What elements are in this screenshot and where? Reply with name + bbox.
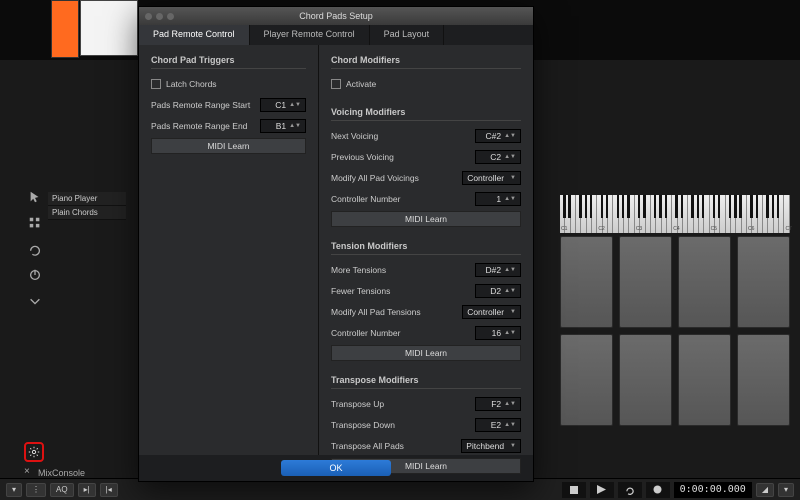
document-thumb (80, 0, 138, 56)
range-end-label: Pads Remote Range End (151, 121, 247, 131)
fewer-tensions-label: Fewer Tensions (331, 286, 390, 296)
fewer-tensions-value[interactable]: D2▲▼ (475, 284, 521, 298)
window-controls[interactable] (145, 13, 174, 20)
dialog-tabs: Pad Remote Control Player Remote Control… (139, 25, 533, 45)
transpose-up-label: Transpose Up (331, 399, 384, 409)
list-item[interactable]: Plain Chords (48, 206, 126, 220)
stop-button[interactable] (562, 482, 586, 498)
next-voicing-value[interactable]: C#2▲▼ (475, 129, 521, 143)
grid-icon[interactable] (28, 216, 42, 230)
loop-button[interactable] (618, 482, 642, 498)
transpose-down-label: Transpose Down (331, 420, 395, 430)
transpose-up-value[interactable]: F2▲▼ (475, 397, 521, 411)
power-icon[interactable] (28, 268, 42, 282)
piano-keyboard[interactable]: C1 C2 C3 C4 C5 C6 C7 (560, 195, 790, 233)
transpose-down-value[interactable]: E2▲▼ (475, 418, 521, 432)
chevron-down-icon[interactable] (28, 294, 42, 308)
range-end-value[interactable]: B1▲▼ (260, 119, 306, 133)
chord-pad[interactable] (560, 334, 613, 426)
activate-label: Activate (346, 79, 376, 89)
play-button[interactable] (590, 482, 614, 498)
punch-out-icon[interactable]: |◂ (100, 483, 118, 497)
voicing-controller-num-value[interactable]: 1▲▼ (475, 192, 521, 206)
range-start-label: Pads Remote Range Start (151, 100, 250, 110)
activate-checkbox[interactable]: Activate (331, 79, 376, 90)
group-header: Tension Modifiers (331, 241, 521, 255)
record-button[interactable] (646, 482, 670, 498)
chord-pad[interactable] (560, 236, 613, 328)
midi-learn-button[interactable]: MIDI Learn (151, 138, 306, 154)
punch-in-icon[interactable]: ▸| (78, 483, 96, 497)
settings-button-highlight[interactable] (24, 442, 44, 462)
next-voicing-label: Next Voicing (331, 131, 378, 141)
previous-voicing-label: Previous Voicing (331, 152, 394, 162)
transpose-all-label: Transpose All Pads (331, 441, 404, 451)
previous-voicing-value[interactable]: C2▲▼ (475, 150, 521, 164)
modify-all-voicings-dropdown[interactable]: Controller (462, 171, 521, 185)
timecode-display[interactable]: 0:00:00.000 (674, 482, 752, 498)
group-header: Transpose Modifiers (331, 375, 521, 389)
chord-pad[interactable] (619, 334, 672, 426)
modify-all-tensions-dropdown[interactable]: Controller (462, 305, 521, 319)
tab-pad-layout[interactable]: Pad Layout (370, 25, 445, 45)
latch-chords-checkbox[interactable]: Latch Chords (151, 79, 217, 90)
gear-icon (28, 446, 40, 458)
latch-label: Latch Chords (166, 79, 217, 89)
range-start-value[interactable]: C1▲▼ (260, 98, 306, 112)
menu-dots-icon[interactable]: ⋮ (26, 483, 46, 497)
midi-learn-button[interactable]: MIDI Learn (331, 211, 521, 227)
chord-pads-grid (560, 236, 790, 426)
track-color-marker (51, 0, 79, 58)
tab-pad-remote[interactable]: Pad Remote Control (139, 25, 250, 45)
marker-icon[interactable]: ◢ (756, 483, 774, 497)
group-header: Chord Modifiers (331, 55, 521, 69)
chord-pad[interactable] (737, 334, 790, 426)
list-item[interactable]: Piano Player (48, 192, 126, 206)
loop-icon[interactable] (28, 242, 42, 256)
dropdown-icon[interactable]: ▾ (778, 483, 794, 497)
key-label: C7 (785, 226, 791, 232)
more-tensions-label: More Tensions (331, 265, 386, 275)
tension-controller-num-value[interactable]: 16▲▼ (475, 326, 521, 340)
group-header: Voicing Modifiers (331, 107, 521, 121)
dialog-titlebar[interactable]: Chord Pads Setup (139, 7, 533, 25)
mixconsole-label[interactable]: MixConsole (38, 468, 85, 478)
player-preset-list[interactable]: Piano Player Plain Chords (48, 192, 126, 220)
dialog-title: Chord Pads Setup (139, 11, 533, 21)
chord-pad[interactable] (678, 236, 731, 328)
group-header: Chord Pad Triggers (151, 55, 306, 69)
aq-toggle[interactable]: AQ (50, 483, 74, 497)
ok-button[interactable]: OK (281, 460, 391, 476)
tab-player-remote[interactable]: Player Remote Control (250, 25, 370, 45)
modify-all-tensions-label: Modify All Pad Tensions (331, 307, 421, 317)
tension-controller-num-label: Controller Number (331, 328, 400, 338)
voicing-controller-num-label: Controller Number (331, 194, 400, 204)
chord-pads-setup-dialog: Chord Pads Setup Pad Remote Control Play… (138, 6, 534, 482)
pointer-icon[interactable] (28, 190, 42, 204)
chord-pad[interactable] (619, 236, 672, 328)
more-tensions-value[interactable]: D#2▲▼ (475, 263, 521, 277)
midi-learn-button[interactable]: MIDI Learn (331, 345, 521, 361)
chord-pad[interactable] (737, 236, 790, 328)
dropdown-icon[interactable]: ▾ (6, 483, 22, 497)
modify-all-voicings-label: Modify All Pad Voicings (331, 173, 419, 183)
chord-pad[interactable] (678, 334, 731, 426)
close-icon[interactable]: × (24, 466, 30, 477)
transpose-all-dropdown[interactable]: Pitchbend (461, 439, 521, 453)
